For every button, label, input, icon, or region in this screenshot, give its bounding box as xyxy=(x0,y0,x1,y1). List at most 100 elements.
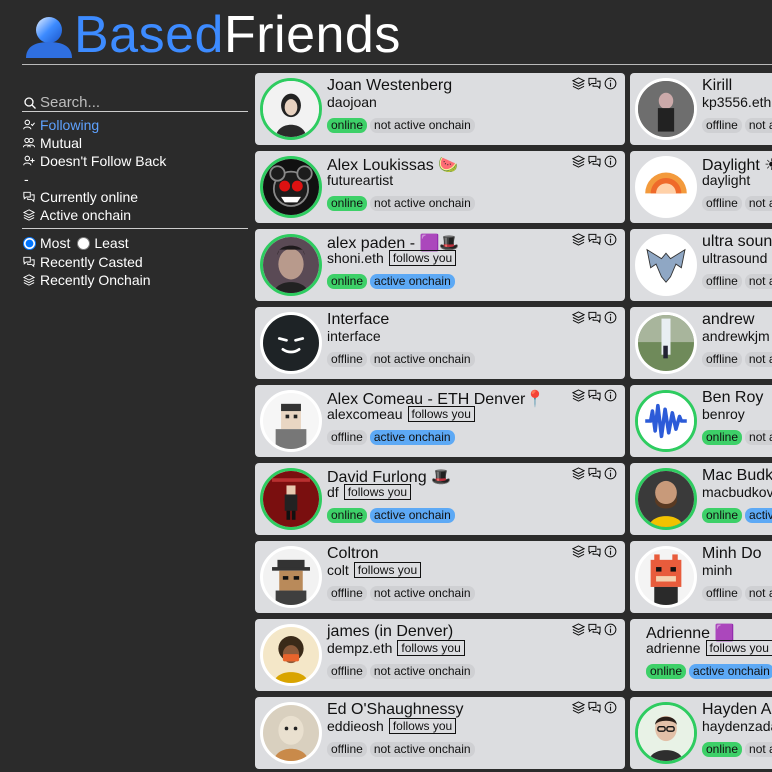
nav-doesnt-follow-back[interactable]: Doesn't Follow Back xyxy=(22,152,248,170)
avatar[interactable] xyxy=(260,156,322,218)
avatar[interactable] xyxy=(635,390,697,452)
chat-icon[interactable] xyxy=(588,389,601,402)
status-badges: offlinenot active onchain xyxy=(702,274,772,289)
layers-icon[interactable] xyxy=(572,311,585,324)
user-handle: colt xyxy=(327,562,349,578)
sidebar-divider xyxy=(22,228,248,229)
chat-icon[interactable] xyxy=(588,467,601,480)
sidebar: Following Mutual Doesn't Follow Back - C… xyxy=(22,90,248,289)
sort-most[interactable]: Most xyxy=(22,235,70,251)
chat-icon[interactable] xyxy=(588,311,601,324)
layers-icon[interactable] xyxy=(572,77,585,90)
sort-least-radio[interactable] xyxy=(77,236,91,250)
user-card[interactable]: Coltron colt follows you offline not active … xyxy=(255,541,625,613)
info-icon[interactable] xyxy=(604,467,617,480)
sort-least[interactable]: Least xyxy=(76,235,129,251)
user-card[interactable]: Kirillkp3556.eth offlinenot active onchai… xyxy=(630,73,772,145)
not-active-onchain-badge: not active onchain xyxy=(369,742,475,757)
avatar[interactable] xyxy=(260,78,322,140)
user-card[interactable]: ultra soundultrasound offlinenot active o… xyxy=(630,229,772,301)
user-card[interactable]: Adrienne 🟪 adrienne follows you online activ… xyxy=(630,619,772,691)
avatar[interactable] xyxy=(635,702,697,764)
users-icon xyxy=(22,136,36,150)
user-display-name[interactable]: Coltron xyxy=(327,545,379,563)
avatar[interactable] xyxy=(260,312,322,374)
user-card[interactable]: Joan Westenberg daojoan online not active o… xyxy=(255,73,625,145)
avatar[interactable] xyxy=(635,546,697,608)
layers-icon[interactable] xyxy=(572,233,585,246)
layers-icon[interactable] xyxy=(572,467,585,480)
avatar[interactable] xyxy=(260,702,322,764)
filter-currently-online[interactable]: Currently online xyxy=(22,188,248,206)
user-card[interactable]: Alex Comeau - ETH Denver📍 alexcomeau follo… xyxy=(255,385,625,457)
info-icon[interactable] xyxy=(604,233,617,246)
avatar[interactable] xyxy=(635,468,697,530)
user-display-name[interactable]: ultra sound xyxy=(702,233,772,251)
user-card[interactable]: Ben Roybenroy onlinenot active onchain xyxy=(630,385,772,457)
not-active-onchain-badge: not active onchain xyxy=(744,274,772,289)
user-card[interactable]: David Furlong 🎩 df follows you online active… xyxy=(255,463,625,535)
user-card[interactable]: Ed O'Shaughnessy eddieosh follows you offli… xyxy=(255,697,625,769)
avatar[interactable] xyxy=(260,546,322,608)
user-card[interactable]: Mac Budkmacbudkov onlineactive onchain xyxy=(630,463,772,535)
info-icon[interactable] xyxy=(604,389,617,402)
user-handle: andrewkjm xyxy=(702,328,770,344)
avatar[interactable] xyxy=(260,468,322,530)
chat-icon[interactable] xyxy=(588,233,601,246)
filter-active-onchain[interactable]: Active onchain xyxy=(22,206,248,224)
avatar[interactable] xyxy=(635,234,697,296)
user-display-name[interactable]: Mac Budk xyxy=(702,467,772,485)
user-display-name[interactable]: andrew xyxy=(702,311,754,329)
avatar[interactable] xyxy=(635,78,697,140)
search-input[interactable] xyxy=(40,92,240,112)
status-badges: onlineactive onchain xyxy=(327,508,455,523)
not-active-onchain-badge: not active onchain xyxy=(369,352,475,367)
avatar[interactable] xyxy=(260,624,322,686)
user-card[interactable]: andrewandrewkjm offlinenot active onchain xyxy=(630,307,772,379)
info-icon[interactable] xyxy=(604,311,617,324)
info-icon[interactable] xyxy=(604,155,617,168)
layers-icon[interactable] xyxy=(572,623,585,636)
not-active-onchain-badge: not active onchain xyxy=(744,196,772,211)
user-handle: dempz.eth xyxy=(327,640,393,656)
layers-icon[interactable] xyxy=(572,545,585,558)
user-display-name[interactable]: Minh Do xyxy=(702,545,762,563)
user-display-name[interactable]: Kirill xyxy=(702,77,732,95)
user-display-name[interactable]: Joan Westenberg xyxy=(327,77,452,95)
avatar[interactable] xyxy=(635,312,697,374)
chat-icon[interactable] xyxy=(588,545,601,558)
chat-icon[interactable] xyxy=(588,155,601,168)
sort-most-radio[interactable] xyxy=(23,236,36,250)
nav-mutual[interactable]: Mutual xyxy=(22,134,248,152)
user-display-name[interactable]: Ben Roy xyxy=(702,389,763,407)
user-card[interactable]: alex paden - 🟪🎩 shoni.eth follows you onlin… xyxy=(255,229,625,301)
layers-icon[interactable] xyxy=(572,389,585,402)
user-card[interactable]: Daylight ☀daylightofflinenot active onch… xyxy=(630,151,772,223)
info-icon[interactable] xyxy=(604,701,617,714)
chat-icon[interactable] xyxy=(588,77,601,90)
info-icon[interactable] xyxy=(604,77,617,90)
avatar[interactable] xyxy=(260,234,322,296)
user-display-name[interactable]: james (in Denver) xyxy=(327,623,453,641)
layers-icon[interactable] xyxy=(572,701,585,714)
nav-following[interactable]: Following xyxy=(22,116,248,134)
user-card[interactable]: Interface interface offline not active onch… xyxy=(255,307,625,379)
user-card[interactable]: james (in Denver) dempz.eth follows you off… xyxy=(255,619,625,691)
avatar[interactable] xyxy=(260,390,322,452)
user-card[interactable]: Minh Dominh offlinenot active onchain xyxy=(630,541,772,613)
info-icon[interactable] xyxy=(604,623,617,636)
user-display-name[interactable]: Interface xyxy=(327,311,389,329)
avatar[interactable] xyxy=(635,156,697,218)
user-display-name[interactable]: Hayden Ad xyxy=(702,701,772,719)
layers-icon[interactable] xyxy=(572,155,585,168)
sort-recently-onchain[interactable]: Recently Onchain xyxy=(22,271,248,289)
user-card[interactable]: Alex Loukissas 🍉 futureartist online not ac… xyxy=(255,151,625,223)
sort-recently-casted[interactable]: Recently Casted xyxy=(22,253,248,271)
user-display-name[interactable]: Ed O'Shaughnessy xyxy=(327,701,463,719)
chat-icon[interactable] xyxy=(588,623,601,636)
info-icon[interactable] xyxy=(604,545,617,558)
chat-icon[interactable] xyxy=(588,701,601,714)
offline-badge: offline xyxy=(327,664,367,679)
user-card[interactable]: Hayden Adhaydenzada onlinenot active onch… xyxy=(630,697,772,769)
search-icon xyxy=(24,96,36,109)
